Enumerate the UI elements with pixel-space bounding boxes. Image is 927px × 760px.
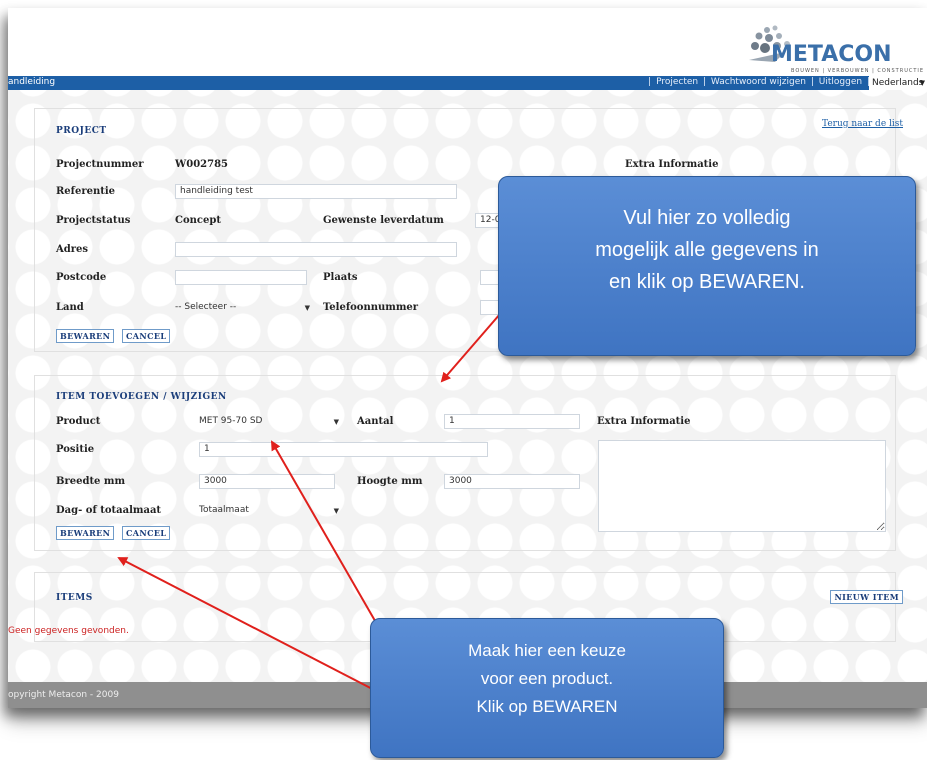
projectnummer-label: Projectnummer — [56, 159, 144, 170]
extra-info-label: Extra Informatie — [625, 159, 719, 170]
callout-bottom-line-1: Maak hier een keuze — [468, 641, 626, 660]
callout-top-line-2: mogelijk alle gegevens in — [595, 239, 819, 261]
logo-tagline: BOUWEN | VERBOUWEN | CONSTRUCTIE — [791, 68, 925, 74]
product-label: Product — [56, 416, 101, 427]
chevron-down-icon: ▼ — [333, 507, 339, 515]
project-cancel-button[interactable]: CANCEL — [122, 329, 171, 343]
language-select[interactable]: Nederlands ▼ — [869, 76, 927, 90]
nav-links: | Projecten | Wachtwoord wijzigen | Uitl… — [648, 77, 870, 87]
postcode-label: Postcode — [56, 272, 107, 283]
projectnummer-value: W002785 — [175, 159, 228, 170]
logo-wordmark: METACON — [771, 42, 892, 67]
top-navbar: andleiding | Projecten | Wachtwoord wijz… — [8, 76, 927, 90]
item-extra-info-textarea[interactable] — [598, 440, 886, 532]
maat-label: Dag- of totaalmaat — [56, 505, 162, 516]
leverdatum-label: Gewenste leverdatum — [323, 215, 444, 226]
new-item-button[interactable]: NIEUW ITEM — [830, 590, 903, 604]
breedte-label: Breedte mm — [56, 476, 126, 487]
postcode-input[interactable] — [175, 270, 307, 285]
breedte-input[interactable]: 3000 — [199, 474, 335, 489]
item-extra-info-label: Extra Informatie — [597, 416, 691, 427]
aantal-label: Aantal — [357, 416, 394, 427]
nav-manual-label: andleiding — [8, 77, 56, 87]
item-title: ITEM TOEVOEGEN / WIJZIGEN — [56, 392, 227, 402]
hoogte-input[interactable]: 3000 — [444, 474, 580, 489]
projectstatus-value: Concept — [175, 215, 221, 226]
nav-link-uitloggen[interactable]: Uitloggen — [819, 77, 862, 87]
chevron-down-icon: ▼ — [919, 79, 925, 87]
telefoon-label: Telefoonnummer — [323, 302, 419, 313]
maat-select[interactable]: Totaalmaat ▼ — [199, 505, 339, 520]
projectstatus-label: Projectstatus — [56, 215, 131, 226]
callout-choose-product: Maak hier een keuze voor een product. Kl… — [370, 618, 724, 758]
item-panel: ITEM TOEVOEGEN / WIJZIGEN Product MET 95… — [34, 375, 896, 551]
copyright-text: opyright Metacon - 2009 — [8, 690, 119, 700]
product-select[interactable]: MET 95-70 SD ▼ — [199, 416, 339, 431]
callout-fill-form: Vul hier zo volledig mogelijk alle gegev… — [498, 176, 916, 356]
item-cancel-button[interactable]: CANCEL — [122, 526, 171, 540]
referentie-input[interactable]: handleiding test — [175, 184, 457, 199]
callout-bottom-line-2: voor een product. — [480, 669, 614, 688]
land-label: Land — [56, 302, 84, 313]
callout-bottom-line-3: Klik op BEWAREN — [476, 697, 618, 716]
positie-label: Positie — [56, 444, 95, 455]
aantal-input[interactable]: 1 — [444, 414, 580, 429]
callout-top-line-1: Vul hier zo volledig — [623, 207, 791, 229]
adres-input[interactable] — [175, 242, 457, 257]
empty-message: Geen gegevens gevonden. — [8, 626, 129, 636]
screenshot-window: METACON BOUWEN | VERBOUWEN | CONSTRUCTIE… — [8, 8, 927, 708]
adres-label: Adres — [56, 244, 89, 255]
metacon-logo: METACON BOUWEN | VERBOUWEN | CONSTRUCTIE — [745, 22, 925, 76]
nav-link-projecten[interactable]: Projecten — [656, 77, 698, 87]
back-to-list-link[interactable]: Terug naar de list — [822, 119, 903, 129]
chevron-down-icon: ▼ — [333, 418, 339, 426]
land-select[interactable]: -- Selecteer -- ▼ — [175, 302, 310, 317]
item-save-button[interactable]: BEWAREN — [56, 526, 115, 540]
hoogte-label: Hoogte mm — [357, 476, 423, 487]
project-save-button[interactable]: BEWAREN — [56, 329, 115, 343]
callout-top-line-3: en klik op BEWAREN. — [609, 271, 805, 293]
plaats-label: Plaats — [323, 272, 358, 283]
positie-input[interactable]: 1 — [199, 442, 488, 457]
project-title: PROJECT — [56, 126, 107, 136]
nav-link-wachtwoord[interactable]: Wachtwoord wijzigen — [711, 77, 806, 87]
chevron-down-icon: ▼ — [304, 304, 310, 312]
items-title: ITEMS — [56, 593, 93, 603]
referentie-label: Referentie — [56, 186, 116, 197]
